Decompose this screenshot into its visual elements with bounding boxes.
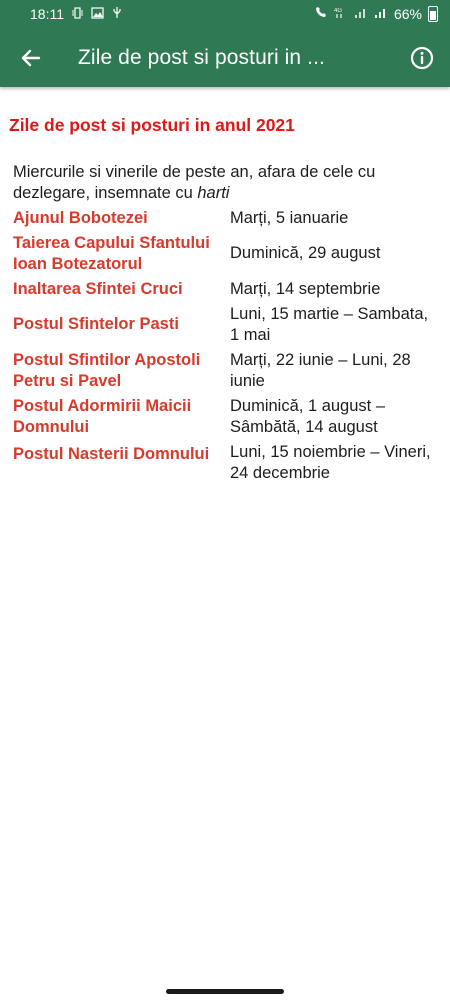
usb-icon — [112, 6, 122, 22]
intro-emphasis: harti — [197, 184, 230, 202]
signal-icon-2 — [374, 6, 388, 22]
table-row: Inaltarea Sfintei Cruci Marți, 14 septem… — [12, 277, 442, 302]
table-row: Postul Sfintilor Apostoli Petru si Pavel… — [12, 348, 442, 394]
back-button[interactable] — [0, 28, 62, 87]
phone-vibrate-icon — [72, 6, 83, 22]
battery-percent: 66% — [393, 6, 422, 22]
fast-name: Taierea Capului Sfantului Ioan Botezator… — [13, 234, 210, 273]
table-row: Ajunul Bobotezei Marți, 5 ianuarie — [12, 206, 442, 231]
status-right: 4G 66% — [314, 6, 438, 22]
intro-text: Miercurile si vinerile de peste an, afar… — [12, 162, 438, 204]
fast-name: Ajunul Bobotezei — [13, 209, 148, 227]
battery-icon — [428, 6, 438, 22]
svg-text:4G: 4G — [334, 8, 342, 14]
fast-date: Luni, 15 noiembrie – Vineri, 24 decembri… — [230, 443, 431, 482]
wifi-calling-icon — [314, 6, 328, 22]
fast-date: Marți, 5 ianuarie — [230, 209, 349, 227]
table-row: Taierea Capului Sfantului Ioan Botezator… — [12, 231, 442, 277]
image-icon — [91, 6, 104, 22]
4g-icon: 4G — [334, 6, 348, 22]
fast-name: Postul Sfintilor Apostoli Petru si Pavel — [13, 351, 201, 390]
home-gesture-handle[interactable] — [166, 989, 284, 994]
intro-text-body: Miercurile si vinerile de peste an, afar… — [13, 163, 376, 202]
fasting-table: Ajunul Bobotezei Marți, 5 ianuarie Taier… — [12, 206, 442, 486]
navigation-bar — [0, 978, 450, 1000]
app-title: Zile de post si posturi in ... — [78, 45, 325, 69]
signal-icon — [354, 6, 368, 22]
fast-date: Marți, 14 septembrie — [230, 280, 381, 298]
info-icon — [410, 46, 434, 69]
arrow-back-icon — [21, 49, 41, 66]
fast-date: Duminică, 29 august — [230, 244, 381, 262]
fast-date: Marți, 22 iunie – Luni, 28 iunie — [230, 351, 411, 390]
app-bar: Zile de post si posturi in ... — [0, 28, 450, 87]
status-bar: 18:11 4G 66% — [0, 0, 450, 28]
fast-name: Postul Nasterii Domnului — [13, 445, 210, 463]
table-row: Postul Sfintelor Pasti Luni, 15 martie –… — [12, 302, 442, 348]
fast-name: Postul Adormirii Maicii Domnului — [13, 397, 192, 436]
status-left: 18:11 — [30, 6, 122, 22]
status-time: 18:11 — [30, 6, 64, 22]
info-button[interactable] — [394, 28, 450, 87]
table-row: Postul Adormirii Maicii Domnului Duminic… — [12, 394, 442, 440]
table-row: Postul Nasterii Domnului Luni, 15 noiemb… — [12, 440, 442, 486]
fast-date: Luni, 15 martie – Sambata, 1 mai — [230, 305, 429, 344]
page-heading: Zile de post si posturi in anul 2021 — [9, 115, 295, 135]
content: Zile de post si posturi in anul 2021 Mie… — [0, 87, 450, 978]
fast-name: Postul Sfintelor Pasti — [13, 315, 179, 333]
fast-date: Duminică, 1 august – Sâmbătă, 14 august — [230, 397, 386, 436]
fast-name: Inaltarea Sfintei Cruci — [13, 280, 183, 298]
